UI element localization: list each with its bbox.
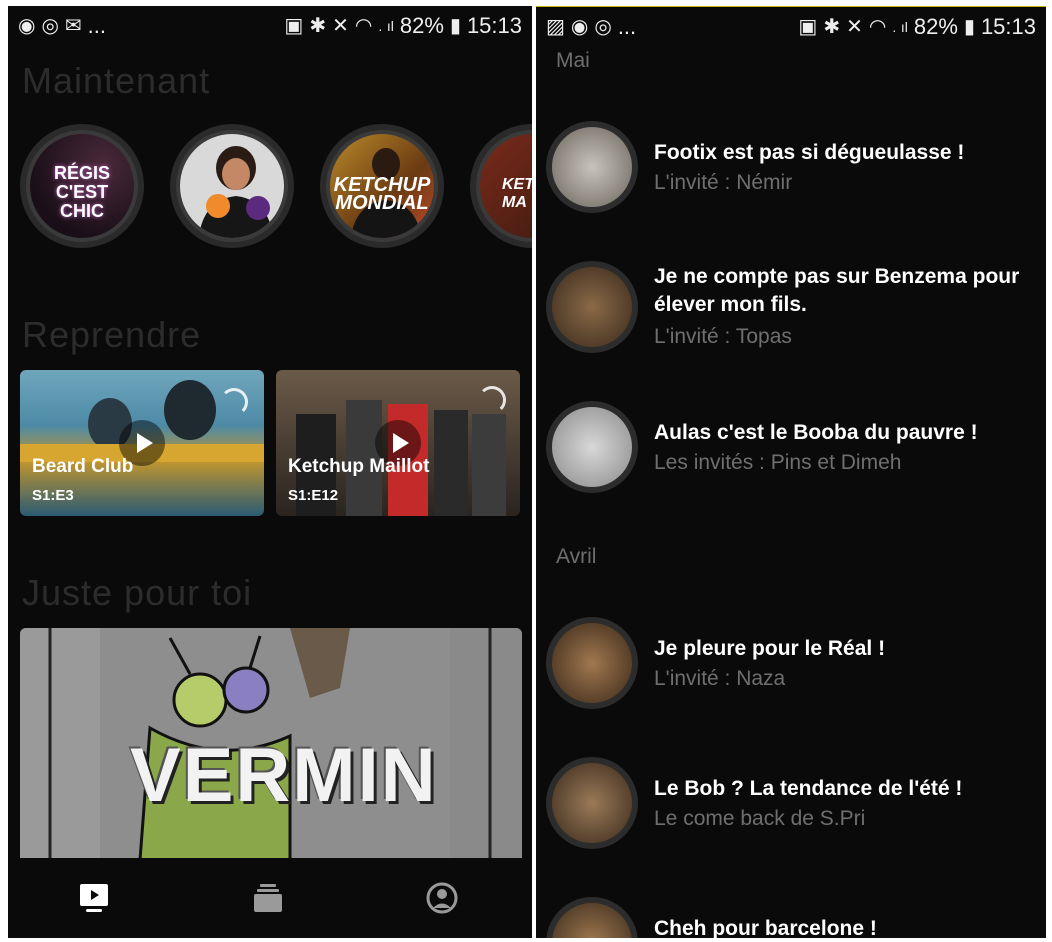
month-header-mai: Mai: [556, 49, 590, 72]
loading-spinner-icon: [220, 388, 248, 416]
system-icons: ▣ ✱ ✕ ◠ . ıl 82% ▮ 15:13: [798, 14, 1036, 40]
featured-vermin[interactable]: VERMIN: [20, 628, 522, 860]
bluetooth-icon: ✱: [309, 15, 327, 37]
resume-card-beard-club[interactable]: Beard Club S1:E3: [20, 370, 264, 516]
episode-item[interactable]: Je ne compte pas sur Benzema pour élever…: [546, 261, 1046, 353]
loading-spinner-icon: [478, 386, 506, 414]
episode-item[interactable]: Je pleure pour le Réal ! L'invité : Naza: [546, 617, 1046, 709]
show-title: KETCHUP MONDIAL: [333, 174, 431, 214]
episode-title: Cheh pour barcelone !: [654, 917, 877, 938]
section-title-resume: Reprendre: [22, 314, 202, 355]
more-notifications: ...: [617, 14, 637, 39]
mute-icon: ✕: [846, 16, 863, 38]
episode-item[interactable]: Cheh pour barcelone !: [546, 897, 1046, 938]
stack-icon: [254, 884, 282, 912]
status-bar: ◉ ◎ ✉ ... ▣ ✱ ✕ ◠ . ıl 82% ▮ 15:13: [8, 6, 532, 46]
battery-percent: 82%: [913, 14, 958, 39]
notification-icons: ▨ ◉ ◎ ...: [546, 14, 636, 40]
home-screen: ◉ ◎ ✉ ... ▣ ✱ ✕ ◠ . ıl 82% ▮ 15:13 Maint…: [8, 6, 532, 938]
clock: 15:13: [980, 14, 1036, 39]
episode-guest: L'invité : Némir: [654, 171, 793, 194]
resume-card-ketchup-maillot[interactable]: Ketchup Maillot S1:E12: [276, 370, 520, 516]
episode-thumbnail: [546, 261, 638, 353]
wifi-icon: ◠: [868, 16, 887, 38]
play-tab[interactable]: [70, 876, 118, 920]
bluetooth-icon: ✱: [823, 16, 841, 38]
episode-title: Footix est pas si dégueulasse !: [654, 141, 965, 164]
messenger-icon: ◉: [570, 16, 589, 38]
card-title: Beard Club: [32, 456, 134, 477]
card-episode: S1:E12: [288, 487, 339, 504]
battery-saver-icon: ▣: [798, 16, 818, 38]
show-title: KETCH MA: [502, 176, 532, 211]
battery-icon: ▮: [449, 15, 461, 37]
whatsapp-icon: ◎: [594, 16, 612, 38]
section-title-now: Maintenant: [22, 60, 211, 101]
more-notifications: ...: [87, 13, 107, 38]
battery-percent: 82%: [399, 13, 444, 38]
episode-title: Je ne compte pas sur Benzema pour élever…: [654, 265, 1020, 316]
system-icons: ▣ ✱ ✕ ◠ . ıl 82% ▮ 15:13: [284, 13, 522, 39]
bottom-tab-bar: [8, 858, 532, 938]
library-tab[interactable]: [244, 876, 292, 920]
show-title: RÉGIS C'EST CHIC: [53, 163, 110, 221]
featured-title: VERMIN: [130, 733, 438, 818]
episode-thumbnail: [546, 121, 638, 213]
clock: 15:13: [466, 13, 522, 38]
battery-icon: ▮: [963, 16, 975, 38]
show-ketchup-partial[interactable]: KETCH MA: [470, 124, 532, 248]
status-bar: ▨ ◉ ◎ ... ▣ ✱ ✕ ◠ . ıl 82% ▮ 15:13: [536, 7, 1046, 47]
month-header-avril: Avril: [556, 545, 597, 568]
whatsapp-icon: ◎: [41, 15, 59, 37]
episode-title: Je pleure pour le Réal !: [654, 637, 886, 660]
episodes-screen: ▨ ◉ ◎ ... ▣ ✱ ✕ ◠ . ıl 82% ▮ 15:13 Mai F…: [536, 6, 1046, 938]
show-regis-cest-chic[interactable]: RÉGIS C'EST CHIC: [20, 124, 144, 248]
episode-item[interactable]: Le Bob ? La tendance de l'été ! Le come …: [546, 757, 1046, 849]
episode-guest: Le come back de S.Pri: [654, 807, 866, 830]
episode-thumbnail: [546, 757, 638, 849]
section-title-for-you: Juste pour toi: [22, 572, 253, 613]
episode-title: Aulas c'est le Booba du pauvre !: [654, 421, 978, 444]
episode-item[interactable]: Footix est pas si dégueulasse ! L'invité…: [546, 121, 1046, 213]
notification-icons: ◉ ◎ ✉ ...: [18, 13, 106, 39]
episode-guest: L'invité : Naza: [654, 667, 786, 690]
episode-guest: Les invités : Pins et Dimeh: [654, 451, 902, 474]
battery-saver-icon: ▣: [284, 15, 304, 37]
card-title: Ketchup Maillot: [288, 456, 430, 477]
show-ketchup-mondial[interactable]: KETCHUP MONDIAL: [320, 124, 444, 248]
episode-item[interactable]: Aulas c'est le Booba du pauvre ! Les inv…: [546, 401, 1046, 493]
show-portrait[interactable]: [170, 124, 294, 248]
episode-thumbnail: [546, 401, 638, 493]
card-episode: S1:E3: [32, 487, 74, 504]
episode-thumbnail: [546, 897, 638, 938]
episode-guest: L'invité : Topas: [654, 325, 792, 348]
profile-tab[interactable]: [418, 876, 466, 920]
gallery-icon: ▨: [546, 16, 565, 38]
signal-icon: . ıl: [892, 19, 908, 35]
portrait-image: [198, 146, 274, 238]
episode-title: Le Bob ? La tendance de l'été !: [654, 777, 963, 800]
episode-thumbnail: [546, 617, 638, 709]
mail-icon: ✉: [64, 15, 82, 37]
mute-icon: ✕: [332, 15, 349, 37]
signal-icon: . ıl: [378, 18, 394, 34]
wifi-icon: ◠: [354, 15, 373, 37]
play-screen-icon: [80, 884, 108, 912]
profile-icon: [426, 882, 458, 914]
messenger-icon: ◉: [18, 15, 36, 37]
